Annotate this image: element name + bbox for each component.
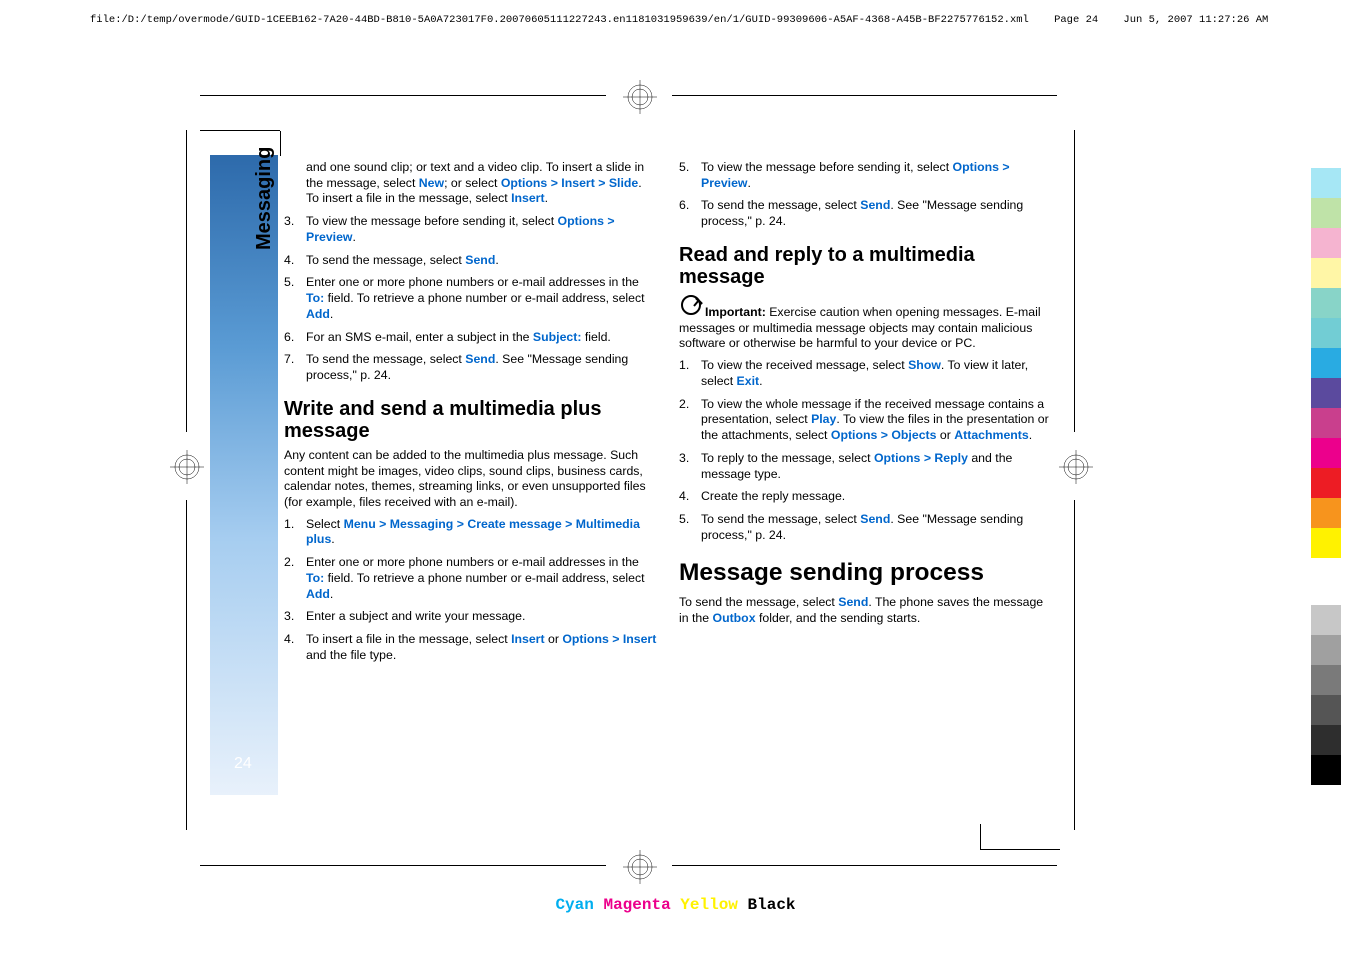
color-calibration-bars xyxy=(1311,168,1341,558)
color-swatch xyxy=(1311,348,1341,378)
color-swatch xyxy=(1311,288,1341,318)
list-item: 2.To view the whole message if the recei… xyxy=(679,397,1052,444)
registration-mark-icon xyxy=(1059,450,1093,484)
column-left: and one sound clip; or text and a video … xyxy=(284,160,657,820)
column-right: 5.To view the message before sending it,… xyxy=(679,160,1052,820)
list-item: 3.To reply to the message, select Option… xyxy=(679,451,1052,482)
crop-line xyxy=(186,130,187,432)
registration-mark-icon xyxy=(623,850,657,884)
section-label: Messaging xyxy=(253,147,276,250)
color-swatch xyxy=(1311,168,1341,198)
list-item: 5.Enter one or more phone numbers or e-m… xyxy=(284,275,657,322)
gray-swatch xyxy=(1311,755,1341,785)
color-swatch xyxy=(1311,318,1341,348)
heading-message-sending-process: Message sending process xyxy=(679,557,1052,588)
crop-line xyxy=(200,95,606,96)
list-item: and one sound clip; or text and a video … xyxy=(284,160,657,207)
list-item: 3.Enter a subject and write your message… xyxy=(284,609,657,625)
crop-line xyxy=(1074,500,1075,830)
grayscale-calibration-bars xyxy=(1311,605,1341,785)
gray-swatch xyxy=(1311,695,1341,725)
gray-swatch xyxy=(1311,665,1341,695)
page-number: 24 xyxy=(234,755,252,773)
registration-mark-icon xyxy=(170,450,204,484)
color-swatch xyxy=(1311,498,1341,528)
heading-read-reply-mms: Read and reply to a multimedia message xyxy=(679,244,1052,288)
color-swatch xyxy=(1311,438,1341,468)
list-item: 4.Create the reply message. xyxy=(679,489,1052,505)
color-swatch xyxy=(1311,198,1341,228)
list-item: 3.To view the message before sending it,… xyxy=(284,214,657,245)
crop-line xyxy=(672,95,1057,96)
page-content: and one sound clip; or text and a video … xyxy=(284,160,1054,820)
cmyk-footer: Cyan Magenta Yellow Black xyxy=(0,896,1351,914)
list-item: 5.To view the message before sending it,… xyxy=(679,160,1052,191)
color-swatch xyxy=(1311,258,1341,288)
color-swatch xyxy=(1311,528,1341,558)
paragraph: To send the message, select Send. The ph… xyxy=(679,595,1052,626)
color-swatch xyxy=(1311,228,1341,258)
crop-line xyxy=(672,865,1057,866)
registration-mark-icon xyxy=(623,80,657,114)
list-item: 6.For an SMS e-mail, enter a subject in … xyxy=(284,330,657,346)
gray-swatch xyxy=(1311,635,1341,665)
header-file-path: file:/D:/temp/overmode/GUID-1CEEB162-7A2… xyxy=(90,14,1268,26)
paragraph: Any content can be added to the multimed… xyxy=(284,448,657,511)
color-swatch xyxy=(1311,378,1341,408)
list-item: 6.To send the message, select Send. See … xyxy=(679,198,1052,229)
crop-line xyxy=(1074,130,1075,432)
crop-line xyxy=(200,865,606,866)
list-item: 4.To send the message, select Send. xyxy=(284,253,657,269)
list-item: 1.Select Menu > Messaging > Create messa… xyxy=(284,517,657,548)
list-item: 2.Enter one or more phone numbers or e-m… xyxy=(284,555,657,602)
list-item: 7.To send the message, select Send. See … xyxy=(284,352,657,383)
sidebar-gradient xyxy=(210,155,278,795)
color-swatch xyxy=(1311,408,1341,438)
crop-line xyxy=(186,500,187,830)
gray-swatch xyxy=(1311,605,1341,635)
important-icon xyxy=(679,294,705,316)
list-item: 4.To insert a file in the message, selec… xyxy=(284,632,657,663)
list-item: 1.To view the received message, select S… xyxy=(679,358,1052,389)
gray-swatch xyxy=(1311,725,1341,755)
color-swatch xyxy=(1311,468,1341,498)
important-note: Important: Exercise caution when opening… xyxy=(679,294,1052,352)
list-item: 5.To send the message, select Send. See … xyxy=(679,512,1052,543)
heading-write-mms-plus: Write and send a multimedia plus message xyxy=(284,398,657,442)
